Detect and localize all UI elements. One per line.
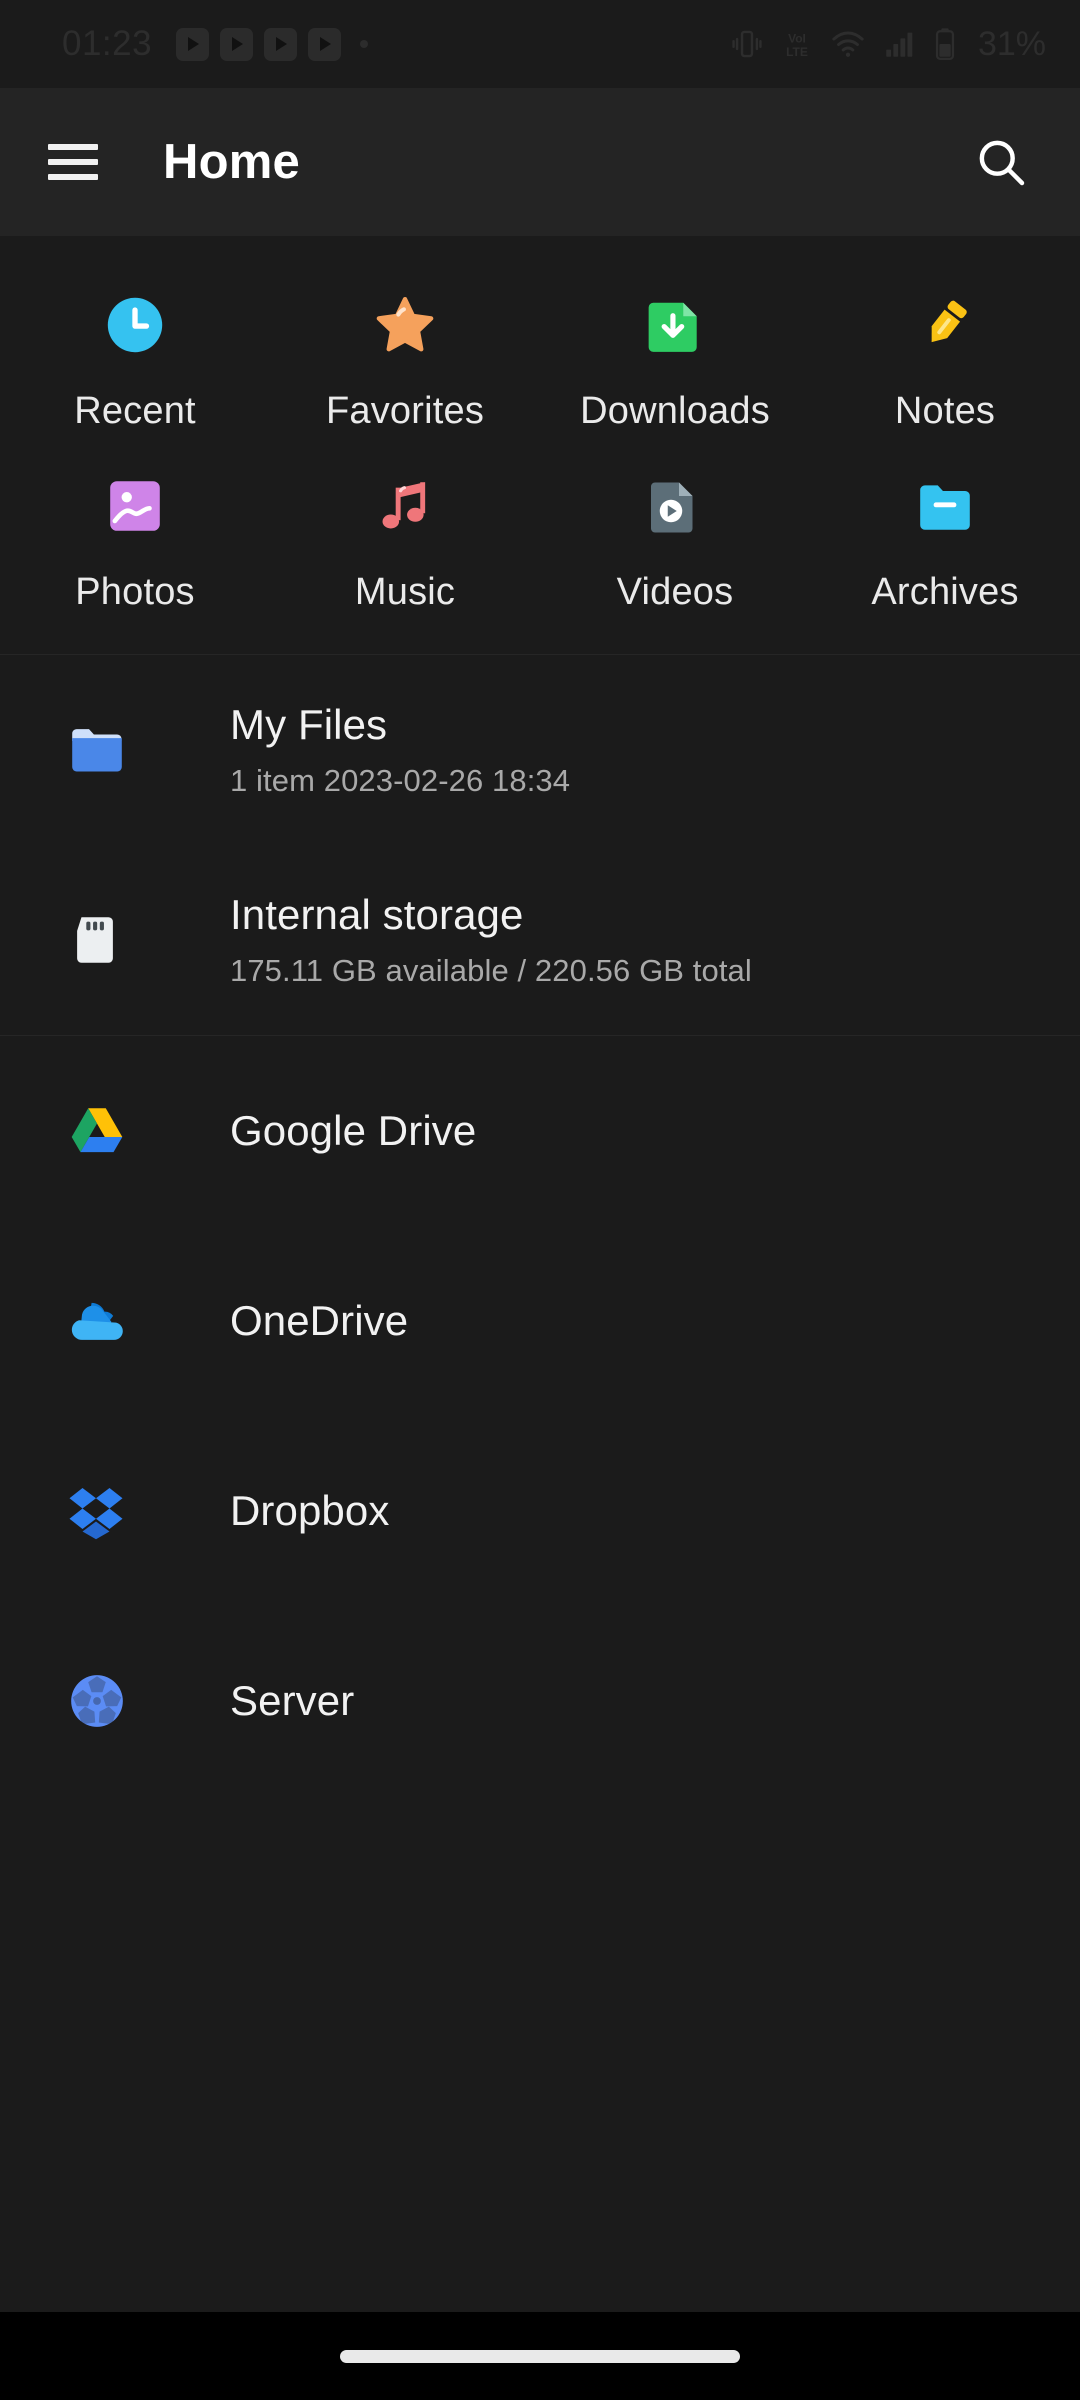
- shortcut-favorites[interactable]: Favorites: [270, 266, 540, 447]
- star-icon: [368, 288, 442, 362]
- youtube-notification-icon: [264, 27, 298, 61]
- list-item-dropbox[interactable]: Dropbox: [0, 1416, 1080, 1606]
- shortcut-label: Favorites: [325, 390, 485, 432]
- list-item-my-files[interactable]: My Files 1 item 2023-02-26 18:34: [0, 655, 1080, 845]
- shortcut-recent[interactable]: Recent: [0, 266, 270, 447]
- shortcut-label: Notes: [894, 390, 996, 432]
- shortcut-label: Photos: [75, 571, 195, 613]
- folder-zip-icon: [908, 469, 982, 543]
- list-item-subtitle: 175.11 GB available / 220.56 GB total: [230, 952, 752, 988]
- list-item-google-drive[interactable]: Google Drive: [0, 1036, 1080, 1226]
- sd-card-icon: [66, 911, 150, 969]
- image-icon: [98, 469, 172, 543]
- svg-text:LTE: LTE: [786, 45, 808, 59]
- phone-screen: 01:23 VoI LTE 31% Home Recent Favorites …: [0, 0, 1080, 2400]
- pencil-icon: [908, 288, 982, 362]
- shortcut-label: Videos: [616, 571, 734, 613]
- content-filler: [0, 1796, 1080, 2312]
- shortcut-videos[interactable]: Videos: [540, 447, 810, 628]
- list-item-text: Google Drive: [230, 1107, 476, 1155]
- search-icon[interactable]: [966, 127, 1036, 197]
- shortcut-grid: Recent Favorites Downloads Notes Photos …: [0, 236, 1080, 654]
- home-gesture-pill[interactable]: [340, 2349, 740, 2363]
- storage-list: My Files 1 item 2023-02-26 18:34 Interna…: [0, 655, 1080, 1035]
- list-item-title: OneDrive: [230, 1296, 409, 1344]
- app-bar: Home: [0, 88, 1080, 236]
- shortcut-archives[interactable]: Archives: [810, 447, 1080, 628]
- svg-text:VoI: VoI: [788, 32, 806, 46]
- shortcut-photos[interactable]: Photos: [0, 447, 270, 628]
- hamburger-menu-icon[interactable]: [48, 134, 104, 190]
- list-item-server[interactable]: Server: [0, 1606, 1080, 1796]
- shortcut-label: Music: [354, 571, 456, 613]
- navigation-bar: [0, 2312, 1080, 2400]
- google-drive-icon: [66, 1100, 150, 1162]
- clock-icon: [98, 288, 172, 362]
- shortcut-grid-row-2: Photos Music Videos Archives: [0, 447, 1080, 628]
- list-item-text: Internal storage 175.11 GB available / 2…: [230, 891, 752, 988]
- download-file-icon: [638, 288, 712, 362]
- onedrive-icon: [66, 1289, 150, 1353]
- list-item-text: Dropbox: [230, 1487, 389, 1535]
- shortcut-downloads[interactable]: Downloads: [540, 266, 810, 447]
- list-item-subtitle: 1 item 2023-02-26 18:34: [230, 762, 571, 798]
- list-item-text: OneDrive: [230, 1297, 408, 1345]
- volte-icon: VoI LTE: [786, 32, 808, 59]
- list-item-text: Server: [230, 1677, 354, 1725]
- blue-folder-icon: [66, 719, 150, 781]
- page-title: Home: [163, 135, 300, 189]
- battery-icon: [935, 28, 955, 61]
- list-item-title: Internal storage: [230, 891, 524, 939]
- shortcut-notes[interactable]: Notes: [810, 266, 1080, 447]
- shortcut-label: Archives: [871, 571, 1019, 613]
- dropbox-icon: [66, 1481, 150, 1541]
- youtube-notification-icon: [176, 27, 210, 61]
- list-item-onedrive[interactable]: OneDrive: [0, 1226, 1080, 1416]
- music-note-icon: [368, 469, 442, 543]
- status-bar-clock: 01:23: [62, 24, 153, 63]
- list-item-internal-storage[interactable]: Internal storage 175.11 GB available / 2…: [0, 845, 1080, 1035]
- status-bar: 01:23 VoI LTE 31%: [0, 0, 1080, 88]
- list-item-title: Google Drive: [230, 1106, 477, 1154]
- video-file-icon: [638, 469, 712, 543]
- wifi-icon: [832, 31, 864, 57]
- youtube-notification-icon: [308, 27, 342, 61]
- list-item-title: My Files: [230, 701, 388, 749]
- shortcut-music[interactable]: Music: [270, 447, 540, 628]
- status-bar-right: VoI LTE 31%: [730, 25, 1046, 64]
- battery-percentage: 31%: [977, 24, 1046, 63]
- more-notifications-dot-icon: [360, 40, 369, 48]
- server-globe-icon: [66, 1670, 150, 1732]
- shortcut-label: Recent: [74, 390, 196, 432]
- vibrate-icon: [732, 30, 762, 58]
- list-item-title: Dropbox: [230, 1486, 390, 1534]
- signal-icon: [886, 32, 913, 57]
- notification-icons: [176, 27, 369, 61]
- shortcut-grid-row-1: Recent Favorites Downloads Notes: [0, 266, 1080, 447]
- list-item-title: Server: [230, 1676, 355, 1724]
- status-bar-left: 01:23: [62, 24, 730, 64]
- cloud-services-list: Google Drive OneDrive Dropbox Server: [0, 1036, 1080, 1796]
- list-item-text: My Files 1 item 2023-02-26 18:34: [230, 701, 570, 798]
- youtube-notification-icon: [220, 27, 254, 61]
- shortcut-label: Downloads: [580, 390, 770, 432]
